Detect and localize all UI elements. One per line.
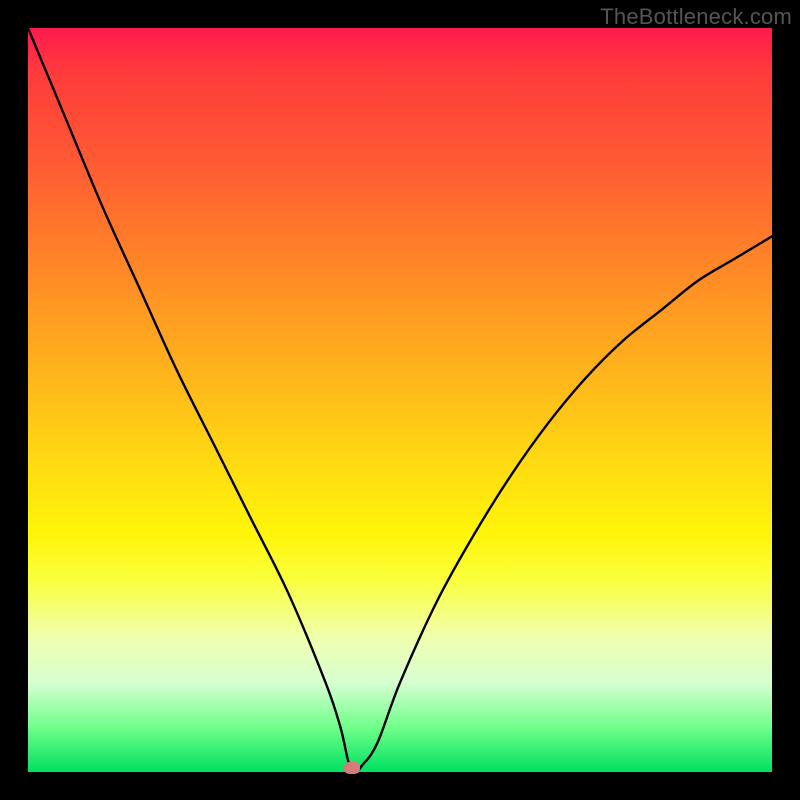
watermark-text: TheBottleneck.com bbox=[600, 4, 792, 30]
optimum-marker bbox=[344, 762, 360, 774]
bottleneck-curve bbox=[28, 28, 772, 774]
curve-svg bbox=[28, 28, 772, 772]
